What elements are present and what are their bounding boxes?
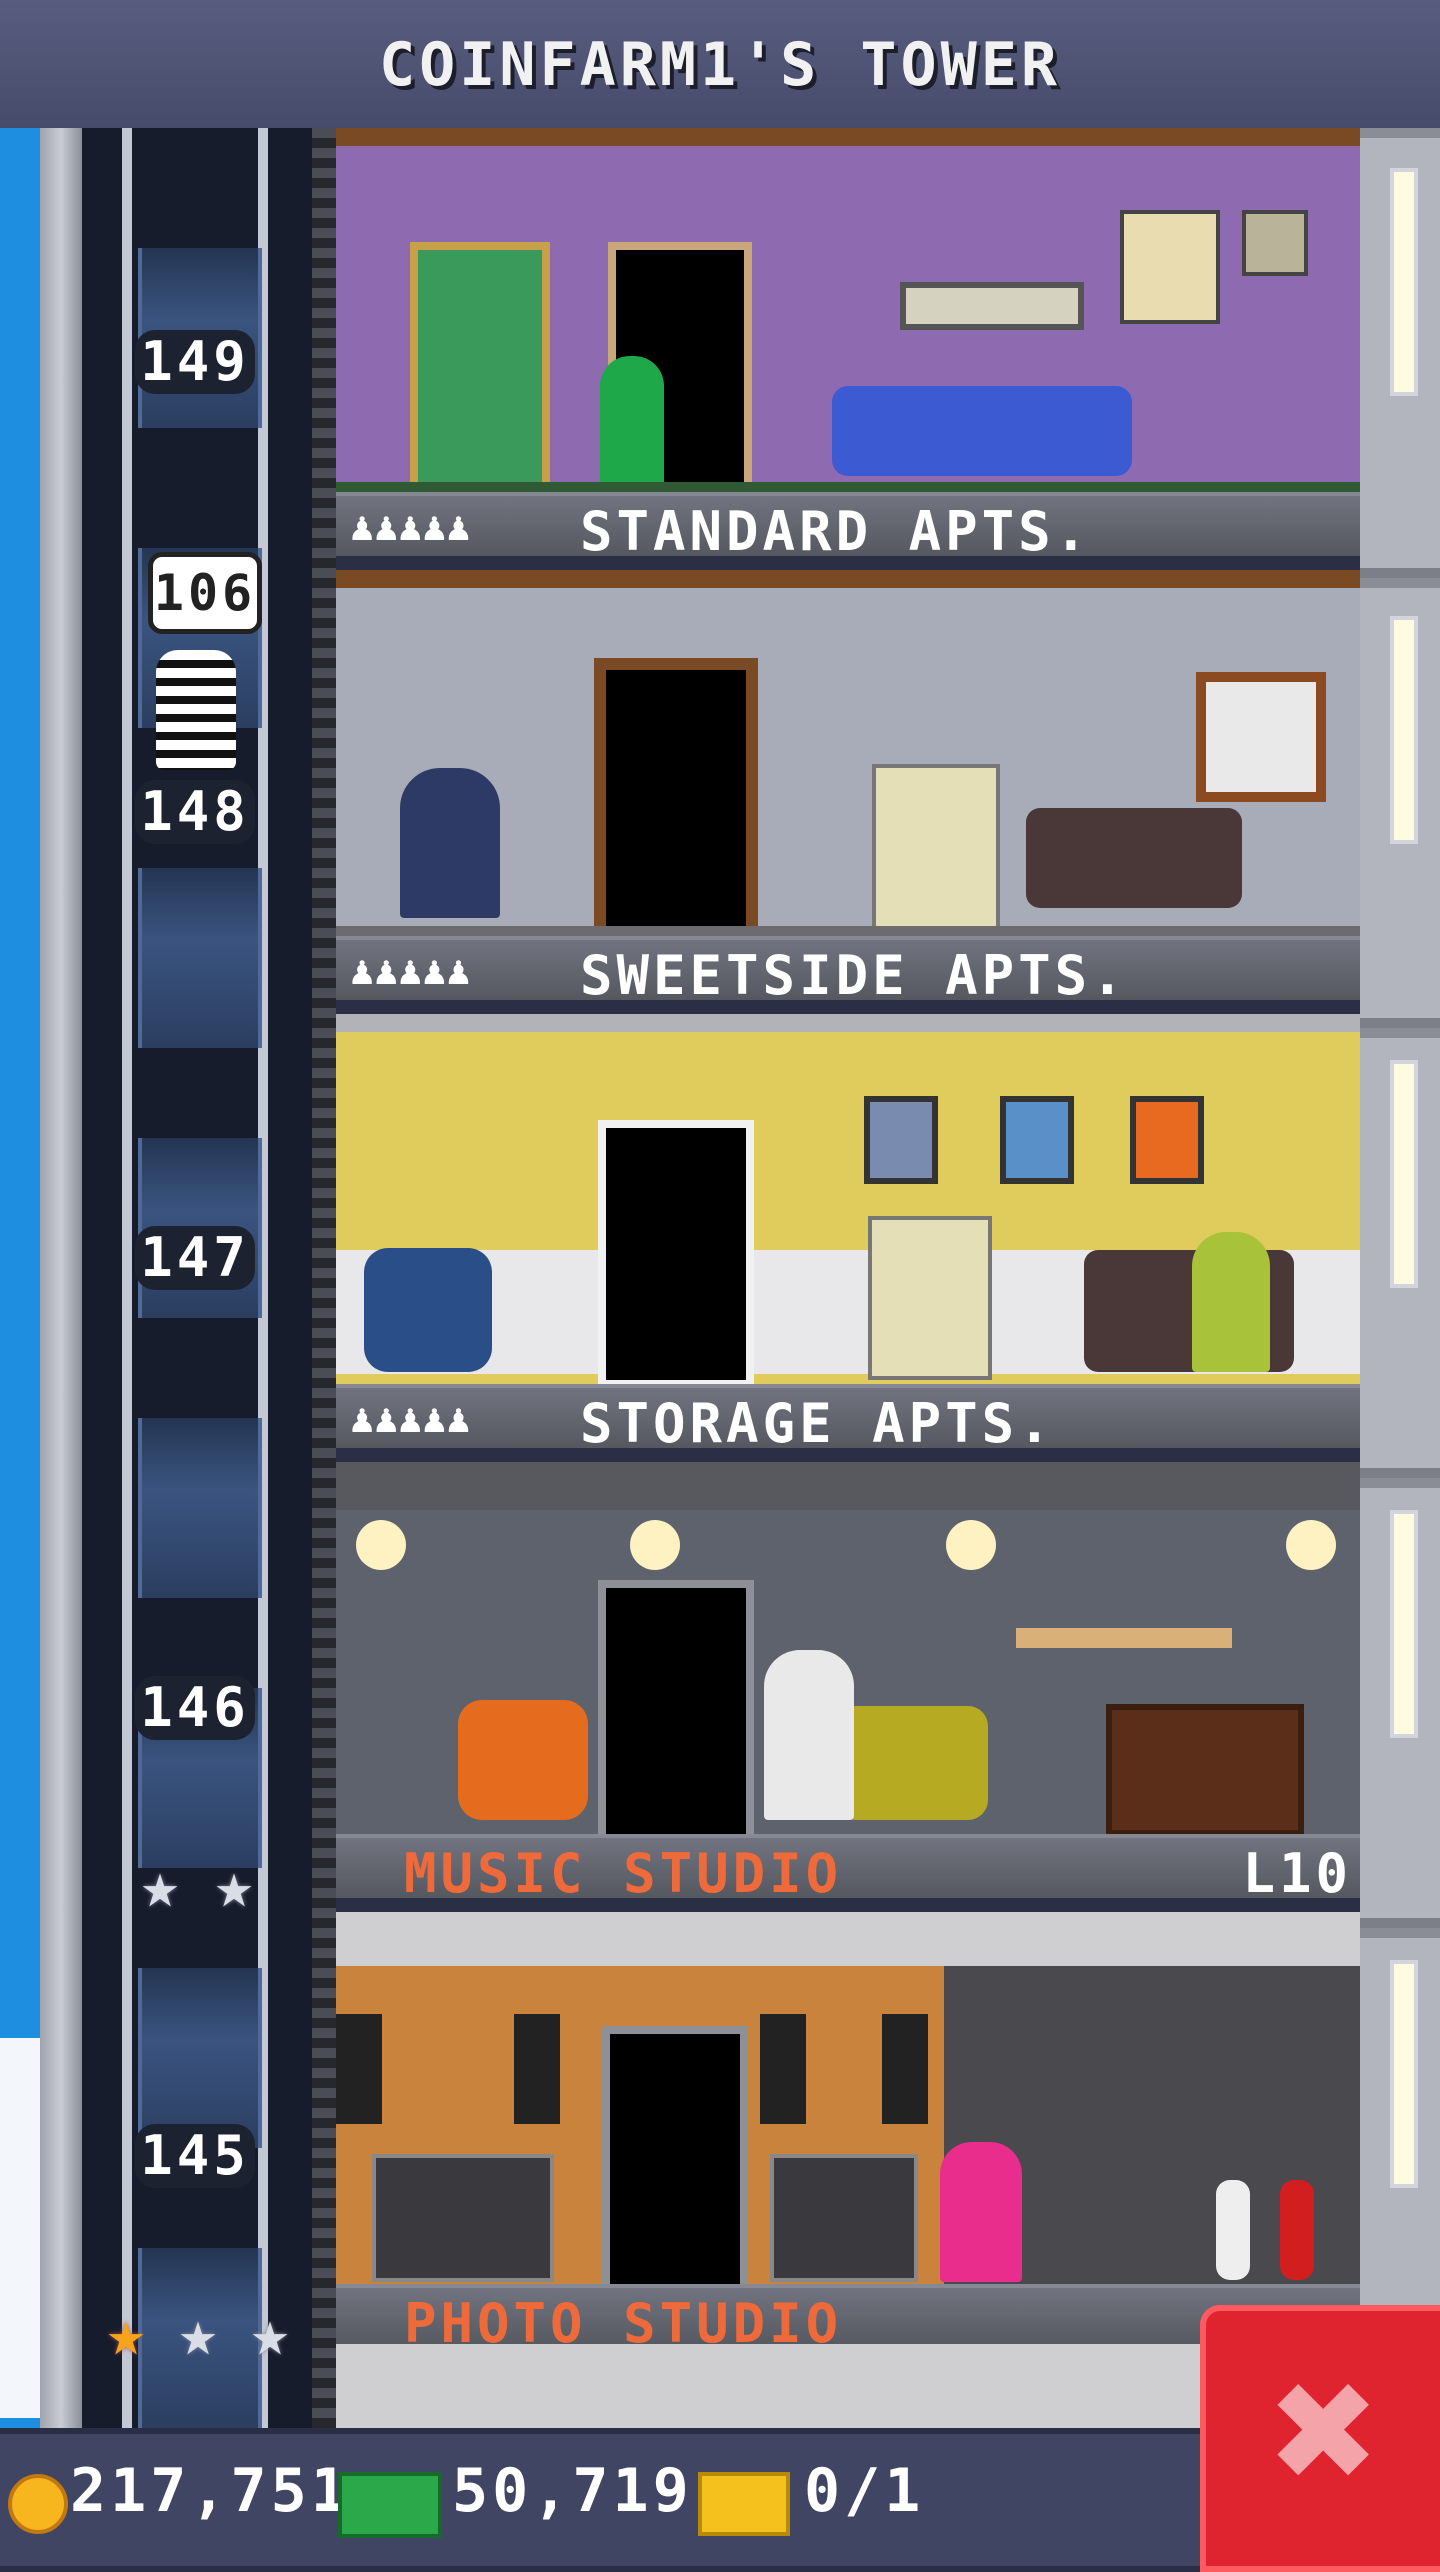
residents-icon: ♟♟♟♟♟: [350, 948, 471, 994]
star-icon: ★: [214, 1849, 254, 1923]
doorway: [594, 658, 758, 936]
elevator-rail-left: [122, 128, 132, 2428]
window: [1390, 616, 1418, 844]
floor-sign[interactable]: ♟♟♟♟♟ SWEETSIDE APTS.: [336, 936, 1360, 1007]
sofa: [1026, 808, 1242, 908]
ceiling: [336, 570, 1360, 588]
close-button[interactable]: ✖: [1200, 2305, 1440, 2572]
arcade-machine: [868, 1216, 992, 1380]
elevator-speech-bubble[interactable]: 106: [148, 552, 262, 634]
ceiling-light: [1286, 1520, 1336, 1570]
tower-title: COINFARM1'S TOWER: [378, 30, 1062, 100]
armchair: [364, 1248, 492, 1372]
window: [1390, 168, 1418, 396]
ceiling: [336, 128, 1360, 146]
bitizen[interactable]: [1192, 1232, 1270, 1372]
poster: [1120, 210, 1220, 324]
mixing-desk: [770, 2154, 918, 2282]
doorway: [598, 1120, 754, 1384]
green-door: [410, 242, 550, 492]
speaker: [760, 2014, 806, 2124]
elevator-car: [138, 1968, 262, 2148]
window: [1196, 672, 1326, 802]
floor-sign[interactable]: MUSIC STUDIO L10: [336, 1834, 1360, 1905]
picture-frame: [864, 1096, 938, 1184]
star-icon: ★: [250, 2297, 290, 2371]
floor-number: 146: [135, 1676, 255, 1740]
floor-level: L10: [1242, 1842, 1352, 1905]
floor-number: 148: [135, 780, 255, 844]
arcade-machine: [872, 764, 1000, 936]
floor-name: STORAGE APTS.: [580, 1392, 1055, 1455]
sky: [0, 128, 40, 2428]
bitizen[interactable]: [600, 356, 664, 486]
room-storage-apts[interactable]: [336, 1032, 1360, 1384]
sofa: [832, 386, 1132, 476]
elevator-bitizen[interactable]: [156, 650, 236, 770]
coin-count: 217,751: [70, 2456, 351, 2526]
star-icon: ★: [178, 2297, 218, 2371]
wall-sign: [900, 282, 1084, 330]
cloud: [0, 2038, 40, 2418]
ladder: [312, 128, 336, 2428]
guitar: [1216, 2180, 1250, 2280]
residents-icon: ♟♟♟♟♟: [350, 1396, 471, 1442]
ceiling-light: [946, 1520, 996, 1570]
floor-name: SWEETSIDE APTS.: [580, 944, 1128, 1007]
ceiling: [336, 1014, 1360, 1032]
close-icon: ✖: [1271, 2326, 1381, 2535]
tower-frame-left: [40, 128, 82, 2428]
bookshelf: [1016, 1628, 1232, 1648]
cash-icon: [338, 2472, 442, 2538]
elevator-car: [138, 1418, 262, 1598]
residents-icon: ♟♟♟♟♟: [350, 504, 471, 550]
mixing-desk: [372, 2154, 554, 2282]
star-icon: ★: [140, 1849, 180, 1923]
window: [1390, 1960, 1418, 2188]
floor-name: MUSIC STUDIO: [404, 1842, 843, 1905]
floor-name: STANDARD APTS.: [580, 500, 1092, 563]
ceiling: [336, 1912, 1360, 1966]
speaker: [336, 2014, 382, 2124]
speaker: [514, 2014, 560, 2124]
star-icon: ★: [106, 2297, 146, 2371]
sofa: [836, 1706, 988, 1820]
room-standard-apts[interactable]: [336, 146, 1360, 492]
window: [1390, 1510, 1418, 1738]
doorway: [598, 1580, 754, 1834]
ceiling-pipes: [336, 1462, 1360, 1510]
television: [1106, 1704, 1304, 1834]
window: [1390, 1060, 1418, 1288]
floor-sign[interactable]: ♟♟♟♟♟ STORAGE APTS.: [336, 1384, 1360, 1455]
picture-frame: [1130, 1096, 1204, 1184]
room-music-studio[interactable]: [336, 1510, 1360, 1834]
elevator-car: [138, 868, 262, 1048]
floor-sign[interactable]: ♟♟♟♟♟ STANDARD APTS.: [336, 492, 1360, 563]
golden-ticket-icon: [698, 2472, 790, 2536]
floor-number: 145: [135, 2124, 255, 2188]
guitar: [1280, 2180, 1314, 2280]
coin-icon: [8, 2474, 68, 2534]
picture-frame: [1242, 210, 1308, 276]
picture-frame: [1000, 1096, 1074, 1184]
speaker: [882, 2014, 928, 2124]
doorway: [602, 2026, 748, 2284]
bitizen-chef[interactable]: [764, 1650, 854, 1820]
armchair: [458, 1700, 588, 1820]
floor-strip: [336, 926, 1360, 936]
room-sweetside-apts[interactable]: [336, 588, 1360, 936]
floor-number: 149: [135, 330, 255, 394]
ceiling-light: [356, 1520, 406, 1570]
bux-count: 50,719: [452, 2456, 693, 2526]
ticket-count: 0/1: [804, 2456, 925, 2526]
room-photo-studio[interactable]: [336, 1966, 1360, 2284]
floor-number: 147: [135, 1226, 255, 1290]
bitizen[interactable]: [940, 2142, 1022, 2282]
floor-strip: [336, 482, 1360, 492]
bitizen-chef[interactable]: [400, 768, 500, 918]
ceiling-light: [630, 1520, 680, 1570]
title-bar: COINFARM1'S TOWER: [0, 0, 1440, 134]
